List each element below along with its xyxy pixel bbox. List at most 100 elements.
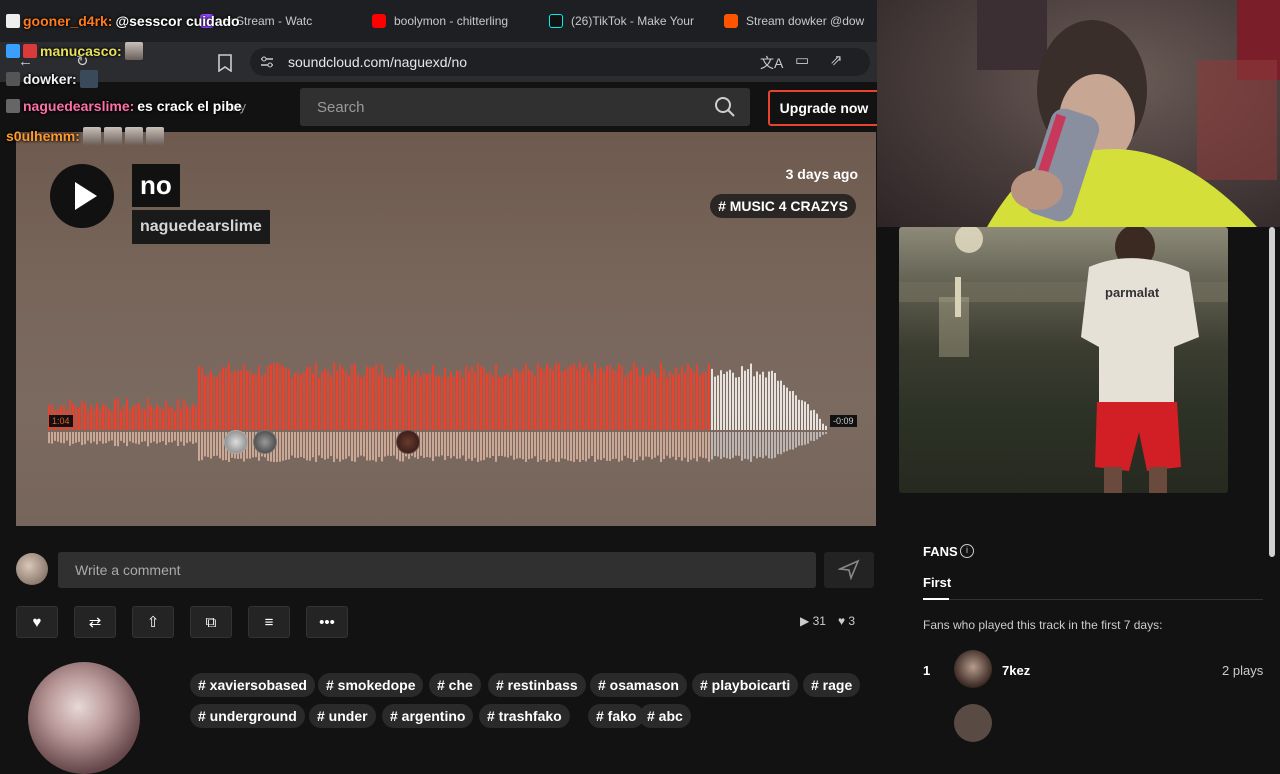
waveform-bar[interactable] <box>435 375 437 430</box>
waveform-reflection-bar[interactable] <box>762 432 764 459</box>
waveform-bar[interactable] <box>765 377 767 430</box>
waveform-bar[interactable] <box>813 409 815 430</box>
waveform-reflection-bar[interactable] <box>675 432 677 461</box>
waveform-bar[interactable] <box>531 371 533 430</box>
waveform-bar[interactable] <box>243 364 245 430</box>
waveform-bar[interactable] <box>525 363 527 430</box>
waveform-bar[interactable] <box>483 367 485 430</box>
waveform-reflection-bar[interactable] <box>795 432 797 448</box>
waveform-reflection-bar[interactable] <box>486 432 488 458</box>
waveform-reflection-bar[interactable] <box>513 432 515 460</box>
waveform-reflection-bar[interactable] <box>348 432 350 457</box>
waveform-bar[interactable] <box>825 425 827 430</box>
waveform-reflection-bar[interactable] <box>168 432 170 443</box>
waveform-bar[interactable] <box>426 374 428 430</box>
waveform-bar[interactable] <box>729 369 731 430</box>
waveform-bar[interactable] <box>780 380 782 430</box>
waveform-bar[interactable] <box>642 367 644 430</box>
waveform-reflection-bar[interactable] <box>672 432 674 457</box>
waveform-bar[interactable] <box>162 409 164 430</box>
waveform-bar[interactable] <box>666 377 668 430</box>
waveform-reflection-bar[interactable] <box>117 432 119 447</box>
waveform-reflection-bar[interactable] <box>465 432 467 461</box>
waveform-reflection-bar[interactable] <box>519 432 521 459</box>
waveform-bar[interactable] <box>555 362 557 430</box>
waveform-reflection-bar[interactable] <box>822 432 824 435</box>
waveform-reflection-bar[interactable] <box>801 432 803 446</box>
waveform-bar[interactable] <box>585 364 587 430</box>
waveform-reflection-bar[interactable] <box>126 432 128 447</box>
tab-first[interactable]: First <box>923 575 951 590</box>
waveform-bar[interactable] <box>288 369 290 430</box>
waveform-bar[interactable] <box>216 377 218 430</box>
waveform-reflection-bar[interactable] <box>282 432 284 461</box>
tag[interactable]: # che <box>429 673 481 697</box>
waveform-bar[interactable] <box>84 402 86 430</box>
waveform-bar[interactable] <box>654 372 656 430</box>
waveform-reflection-bar[interactable] <box>732 432 734 458</box>
waveform-bar[interactable] <box>351 365 353 430</box>
waveform-reflection-bar[interactable] <box>618 432 620 462</box>
waveform-reflection-bar[interactable] <box>384 432 386 457</box>
waveform-bar[interactable] <box>207 374 209 430</box>
waveform-reflection-bar[interactable] <box>471 432 473 461</box>
waveform-bar[interactable] <box>573 363 575 430</box>
waveform-bar[interactable] <box>474 372 476 430</box>
waveform-bar[interactable] <box>324 368 326 430</box>
tag[interactable]: # smokedope <box>318 673 424 697</box>
waveform-bar[interactable] <box>333 362 335 430</box>
waveform-reflection-bar[interactable] <box>624 432 626 456</box>
tag[interactable]: # trashfako <box>479 704 570 728</box>
waveform-bar[interactable] <box>153 408 155 430</box>
comment-input[interactable] <box>58 552 816 588</box>
waveform-bar[interactable] <box>657 377 659 430</box>
waveform-bar[interactable] <box>468 370 470 430</box>
waveform-bar[interactable] <box>237 370 239 430</box>
waveform-bar[interactable] <box>645 375 647 430</box>
waveform-reflection-bar[interactable] <box>738 432 740 456</box>
waveform-bar[interactable] <box>378 374 380 430</box>
waveform-bar[interactable] <box>630 370 632 430</box>
waveform-bar[interactable] <box>708 363 710 430</box>
waveform-reflection-bar[interactable] <box>87 432 89 441</box>
waveform-reflection-bar[interactable] <box>594 432 596 462</box>
waveform-bar[interactable] <box>804 401 806 430</box>
waveform-bar[interactable] <box>723 373 725 430</box>
waveform-reflection-bar[interactable] <box>435 432 437 457</box>
waveform-reflection-bar[interactable] <box>621 432 623 461</box>
waveform-bar[interactable] <box>651 369 653 430</box>
more-button[interactable]: ••• <box>306 606 348 638</box>
waveform-bar[interactable] <box>411 377 413 430</box>
waveform-bar[interactable] <box>762 371 764 430</box>
waveform-reflection-bar[interactable] <box>57 432 59 442</box>
like-button[interactable]: ♥ <box>16 606 58 638</box>
waveform-reflection-bar[interactable] <box>576 432 578 460</box>
waveform-bar[interactable] <box>753 376 755 430</box>
waveform-reflection-bar[interactable] <box>198 432 200 461</box>
waveform-bar[interactable] <box>756 371 758 430</box>
waveform-bar[interactable] <box>90 405 92 430</box>
waveform-bar[interactable] <box>270 364 272 430</box>
waveform-reflection-bar[interactable] <box>213 432 215 457</box>
tag[interactable]: # underground <box>190 704 305 728</box>
waveform-bar[interactable] <box>291 377 293 430</box>
waveform-reflection-bar[interactable] <box>189 432 191 442</box>
waveform-reflection-bar[interactable] <box>333 432 335 462</box>
waveform-reflection-bar[interactable] <box>105 432 107 444</box>
waveform-bar[interactable] <box>450 371 452 430</box>
waveform-reflection-bar[interactable] <box>534 432 536 457</box>
tag[interactable]: # argentino <box>382 704 474 728</box>
repost-button[interactable]: ⇄ <box>74 606 116 638</box>
waveform-bar[interactable] <box>591 376 593 430</box>
waveform-reflection-bar[interactable] <box>549 432 551 461</box>
waveform-reflection-bar[interactable] <box>687 432 689 462</box>
waveform-reflection-bar[interactable] <box>438 432 440 457</box>
waveform-reflection-bar[interactable] <box>108 432 110 442</box>
waveform-bar[interactable] <box>396 369 398 430</box>
tag[interactable]: # abc <box>639 704 691 728</box>
waveform-bar[interactable] <box>810 410 812 430</box>
waveform[interactable] <box>48 352 828 462</box>
upgrade-button[interactable]: Upgrade now <box>768 90 880 126</box>
waveform-reflection-bar[interactable] <box>342 432 344 460</box>
waveform-reflection-bar[interactable] <box>816 432 818 440</box>
